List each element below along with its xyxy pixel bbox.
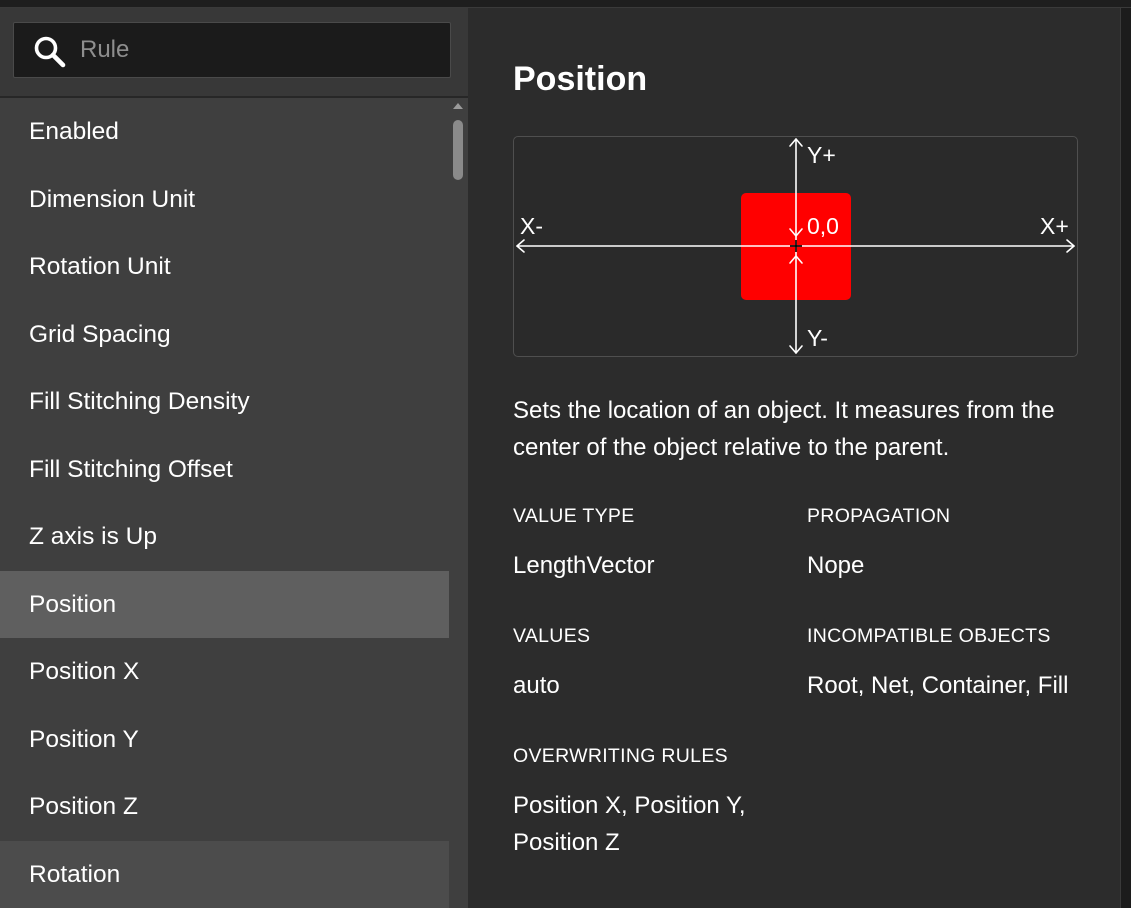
scroll-up-arrow-icon[interactable] [453,103,463,109]
rule-list-item[interactable]: Enabled [0,98,449,166]
search-icon [34,36,66,68]
rule-list-item[interactable]: Fill Stitching Offset [0,436,449,504]
incompatible-objects-value: Root, Net, Container, Fill [807,672,1069,699]
overwriting-rules-value: Position X, Position Y, Position Z [513,792,746,856]
rule-list-item[interactable]: Z axis is Up [0,503,449,571]
y-plus-label: Y+ [807,142,836,168]
rule-list-item[interactable]: Grid Spacing [0,301,449,369]
x-plus-label: X+ [1040,213,1069,239]
position-diagram: Y+ Y- X- X+ 0,0 [513,136,1078,357]
y-minus-label: Y- [807,325,828,351]
value-type-label: VALUE TYPE [513,505,635,527]
rule-list-scrollbar[interactable] [449,98,468,908]
rule-list-item[interactable]: Position [0,570,449,638]
propagation-label: PROPAGATION [807,505,951,527]
search-box[interactable] [13,22,451,78]
origin-label: 0,0 [807,213,839,239]
overwriting-rules-label: OVERWRITING RULES [513,745,728,767]
values-label: VALUES [513,625,591,647]
value-type-value: LengthVector [513,552,655,579]
rule-description: Sets the location of an object. It measu… [513,397,1055,461]
search-area [0,8,468,98]
scroll-thumb[interactable] [453,120,463,180]
rule-list-panel: EnabledDimension UnitRotation UnitGrid S… [0,8,468,908]
rule-list-item[interactable]: Dimension Unit [0,166,449,234]
search-input[interactable] [80,23,440,77]
right-edge-panel [1120,8,1131,908]
rule-detail-panel: Position Y+ Y- X- X+ 0,0 Sets the locati… [468,8,1120,908]
propagation-value: Nope [807,552,865,579]
rule-list-item[interactable]: Rotation [0,840,449,908]
incompatible-objects-label: INCOMPATIBLE OBJECTS [807,625,1051,647]
rule-list-item[interactable]: Fill Stitching Density [0,368,449,436]
rule-list-item[interactable]: Position X [0,638,449,706]
rule-list-item[interactable]: Position Z [0,773,449,841]
rule-list: Enabled Dimension Unit Rotation Unit Grid S… [0,98,449,908]
detail-title: Position [513,60,648,98]
x-minus-label: X- [520,213,543,239]
rule-list-item[interactable]: Position Y [0,706,449,774]
values-value: auto [513,672,560,699]
rule-list-item[interactable]: Rotation Unit [0,233,449,301]
top-border [0,0,1131,8]
axis-diagram-svg [516,138,1075,354]
